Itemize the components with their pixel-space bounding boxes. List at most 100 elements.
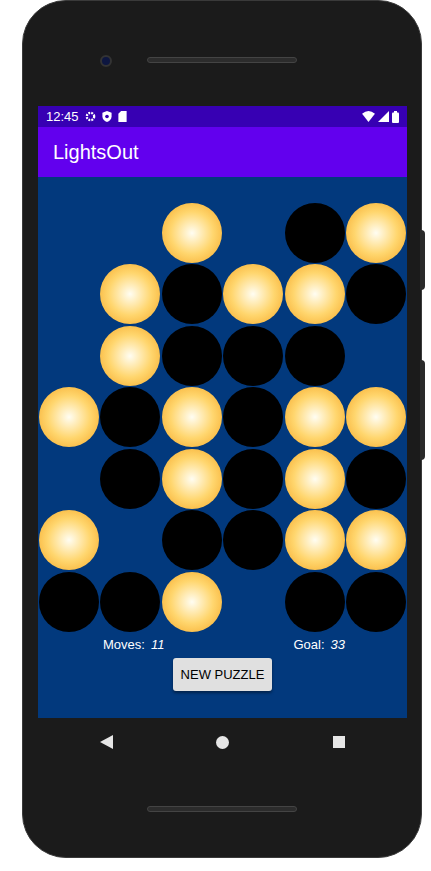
light-cell[interactable] xyxy=(223,325,285,387)
gear-icon xyxy=(85,111,96,122)
light-cell[interactable] xyxy=(223,387,285,449)
goal-counter: Goal:33 xyxy=(223,635,408,655)
light-cell[interactable] xyxy=(100,571,162,633)
back-icon[interactable] xyxy=(100,735,113,749)
light-off[interactable] xyxy=(285,326,345,386)
light-off[interactable] xyxy=(223,326,283,386)
empty-cell xyxy=(223,202,285,264)
light-cell[interactable] xyxy=(284,571,346,633)
light-cell[interactable] xyxy=(161,387,223,449)
light-off[interactable] xyxy=(100,449,160,509)
light-off[interactable] xyxy=(100,572,160,632)
light-cell[interactable] xyxy=(346,571,408,633)
page: 12:45 LightsOut Moves:11Goal:33 NEW PUZZLE xyxy=(0,0,431,871)
light-cell[interactable] xyxy=(284,202,346,264)
light-cell[interactable] xyxy=(284,325,346,387)
light-off[interactable] xyxy=(223,449,283,509)
light-on[interactable] xyxy=(39,510,99,570)
light-cell[interactable] xyxy=(284,448,346,510)
side-button[interactable] xyxy=(420,360,425,460)
light-cell[interactable] xyxy=(161,448,223,510)
light-off[interactable] xyxy=(162,264,222,324)
speaker-slot xyxy=(147,57,297,63)
status-time: 12:45 xyxy=(46,110,79,123)
light-on[interactable] xyxy=(346,510,406,570)
phone-bottom xyxy=(38,766,406,857)
light-on[interactable] xyxy=(100,326,160,386)
empty-cell xyxy=(100,202,162,264)
empty-cell xyxy=(38,202,100,264)
light-cell[interactable] xyxy=(161,571,223,633)
home-icon[interactable] xyxy=(216,736,229,749)
light-off[interactable] xyxy=(100,387,160,447)
light-on[interactable] xyxy=(346,387,406,447)
light-on[interactable] xyxy=(162,203,222,263)
empty-cell xyxy=(38,448,100,510)
new-puzzle-button[interactable]: NEW PUZZLE xyxy=(173,658,273,691)
light-cell[interactable] xyxy=(161,325,223,387)
empty-cell xyxy=(38,264,100,326)
light-off[interactable] xyxy=(162,510,222,570)
light-on[interactable] xyxy=(223,264,283,324)
light-on[interactable] xyxy=(162,449,222,509)
game-area: Moves:11Goal:33 NEW PUZZLE xyxy=(38,177,407,718)
nav-bar xyxy=(38,718,407,766)
light-off[interactable] xyxy=(39,572,99,632)
light-cell[interactable] xyxy=(284,264,346,326)
light-on[interactable] xyxy=(39,387,99,447)
light-off[interactable] xyxy=(285,572,345,632)
sd-card-icon xyxy=(118,111,127,122)
light-on[interactable] xyxy=(346,203,406,263)
empty-cell xyxy=(38,325,100,387)
light-on[interactable] xyxy=(162,572,222,632)
light-cell[interactable] xyxy=(38,571,100,633)
light-off[interactable] xyxy=(223,510,283,570)
light-off[interactable] xyxy=(223,387,283,447)
empty-cell xyxy=(346,325,408,387)
moves-counter: Moves:11 xyxy=(38,635,223,655)
light-cell[interactable] xyxy=(284,387,346,449)
light-off[interactable] xyxy=(346,572,406,632)
light-cell[interactable] xyxy=(161,264,223,326)
wifi-icon xyxy=(362,111,375,122)
light-cell[interactable] xyxy=(223,264,285,326)
phone-top xyxy=(38,1,406,106)
light-cell[interactable] xyxy=(161,510,223,572)
light-cell[interactable] xyxy=(346,387,408,449)
status-bar: 12:45 xyxy=(38,106,407,127)
light-cell[interactable] xyxy=(100,387,162,449)
light-on[interactable] xyxy=(285,264,345,324)
light-on[interactable] xyxy=(285,449,345,509)
recents-icon[interactable] xyxy=(333,736,345,748)
empty-cell xyxy=(223,571,285,633)
shield-icon xyxy=(102,111,112,122)
light-cell[interactable] xyxy=(100,264,162,326)
light-cell[interactable] xyxy=(284,510,346,572)
light-on[interactable] xyxy=(162,387,222,447)
light-off[interactable] xyxy=(285,203,345,263)
light-cell[interactable] xyxy=(346,202,408,264)
light-cell[interactable] xyxy=(223,448,285,510)
light-on[interactable] xyxy=(285,510,345,570)
board xyxy=(38,202,407,633)
camera-icon xyxy=(100,55,112,67)
light-cell[interactable] xyxy=(346,264,408,326)
light-off[interactable] xyxy=(162,326,222,386)
light-cell[interactable] xyxy=(100,448,162,510)
light-cell[interactable] xyxy=(223,510,285,572)
light-on[interactable] xyxy=(285,387,345,447)
app-bar: LightsOut xyxy=(38,127,407,177)
light-cell[interactable] xyxy=(100,325,162,387)
side-button[interactable] xyxy=(420,230,425,290)
score-row: Moves:11Goal:33 xyxy=(38,635,407,655)
light-off[interactable] xyxy=(346,264,406,324)
light-cell[interactable] xyxy=(161,202,223,264)
light-cell[interactable] xyxy=(346,448,408,510)
light-on[interactable] xyxy=(100,264,160,324)
app-title: LightsOut xyxy=(53,137,139,167)
light-cell[interactable] xyxy=(38,510,100,572)
light-cell[interactable] xyxy=(346,510,408,572)
light-off[interactable] xyxy=(346,449,406,509)
signal-icon xyxy=(378,111,389,122)
light-cell[interactable] xyxy=(38,387,100,449)
